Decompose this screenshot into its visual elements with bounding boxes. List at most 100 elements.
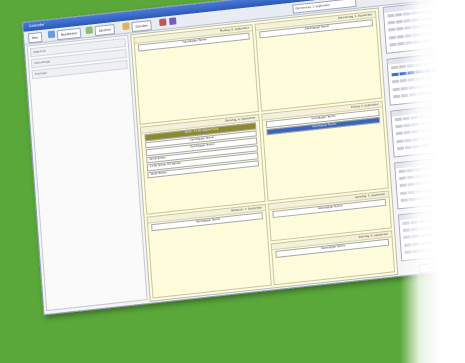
tool-icon[interactable] [159, 18, 167, 27]
day-square[interactable] [404, 242, 412, 247]
day-square[interactable] [449, 192, 457, 197]
day-square[interactable] [428, 23, 437, 28]
day-square[interactable] [424, 76, 432, 81]
day-square[interactable] [435, 224, 443, 229]
day-square[interactable] [387, 13, 395, 18]
day-square[interactable] [439, 60, 447, 65]
day-square[interactable] [432, 187, 440, 192]
day-square[interactable] [447, 171, 456, 176]
day-square[interactable] [404, 138, 412, 142]
day-square[interactable] [436, 127, 444, 132]
day-square[interactable] [419, 233, 428, 238]
day-cell-monday[interactable]: Montag, 5. September Ganztägiger Termin [133, 24, 260, 125]
day-square[interactable] [405, 40, 413, 45]
day-square[interactable] [391, 72, 399, 77]
day-square[interactable] [400, 79, 408, 83]
day-square[interactable] [418, 219, 426, 224]
day-square[interactable] [407, 182, 416, 187]
day-square[interactable] [445, 245, 453, 250]
day-square[interactable] [435, 8, 444, 13]
day-square[interactable] [400, 86, 409, 91]
day-square[interactable] [415, 70, 424, 74]
day-square[interactable] [392, 87, 400, 91]
day-square[interactable] [395, 131, 404, 136]
day-square[interactable] [416, 189, 424, 193]
delete-icon[interactable] [85, 26, 93, 35]
day-square[interactable] [428, 16, 436, 21]
day-square[interactable] [420, 17, 428, 22]
day-square[interactable] [420, 24, 428, 29]
day-square[interactable] [421, 31, 429, 36]
day-square[interactable] [412, 249, 420, 253]
day-square[interactable] [402, 221, 410, 226]
delete-button[interactable]: Löschen [94, 24, 116, 37]
day-square[interactable] [448, 178, 456, 183]
day-square[interactable] [407, 63, 415, 68]
day-cell-friday[interactable]: Freitag, 2. September Ganztägiger Termin… [261, 100, 389, 202]
day-square[interactable] [427, 225, 435, 230]
day-square[interactable] [433, 89, 441, 94]
day-cell-tuesday[interactable]: Dienstag, 6. September 10:00 - 11:00 Bes… [139, 113, 266, 215]
day-square[interactable] [395, 20, 404, 24]
pencil-icon[interactable] [47, 30, 56, 39]
day-square[interactable] [427, 121, 436, 125]
day-square[interactable] [403, 123, 411, 128]
day-square[interactable] [431, 165, 439, 170]
day-square[interactable] [422, 166, 431, 171]
day-square[interactable] [387, 20, 396, 25]
day-square[interactable] [436, 239, 444, 244]
day-square[interactable] [452, 230, 460, 235]
day-square[interactable] [404, 33, 413, 38]
day-square[interactable] [395, 12, 403, 17]
day-square[interactable] [444, 133, 453, 138]
day-square[interactable] [415, 182, 424, 186]
day-cell-thursday[interactable]: Donnerstag, 1. September Ganztägiger Ter… [254, 10, 383, 112]
day-square[interactable] [447, 164, 455, 168]
edit-button[interactable]: Bearbeiten [56, 27, 82, 41]
month-days[interactable] [394, 112, 453, 153]
day-square[interactable] [424, 188, 432, 193]
day-square[interactable] [451, 216, 459, 220]
day-square[interactable] [439, 172, 447, 176]
day-square[interactable] [411, 227, 419, 232]
day-square[interactable] [417, 91, 425, 96]
day-square[interactable] [398, 169, 406, 174]
day-square[interactable] [423, 69, 432, 74]
day-square[interactable] [442, 216, 451, 221]
day-square[interactable] [413, 39, 421, 44]
day-square[interactable] [411, 122, 419, 127]
day-square[interactable] [435, 232, 444, 236]
day-square[interactable] [407, 71, 416, 75]
day-square[interactable] [402, 116, 411, 121]
day-square[interactable] [433, 194, 441, 199]
day-square[interactable] [413, 32, 421, 37]
day-square[interactable] [440, 179, 448, 184]
day-square[interactable] [443, 112, 451, 117]
day-square[interactable] [406, 168, 415, 173]
day-square[interactable] [424, 83, 433, 88]
day-square[interactable] [451, 223, 459, 227]
day-square[interactable] [439, 165, 447, 169]
day-square[interactable] [421, 38, 430, 43]
day-square[interactable] [427, 9, 435, 14]
day-square[interactable] [403, 11, 411, 16]
day-square[interactable] [399, 176, 407, 181]
day-square[interactable] [400, 190, 408, 195]
day-cell-wednesday[interactable]: Mittwoch, 7. September Ganztägiger Termi… [146, 203, 272, 299]
day-square[interactable] [429, 30, 437, 35]
day-square[interactable] [389, 42, 397, 47]
mini-calendar[interactable]: Dezember [397, 207, 465, 262]
day-square[interactable] [411, 11, 419, 15]
day-square[interactable] [426, 218, 435, 223]
day-square[interactable] [396, 146, 405, 151]
day-square[interactable] [388, 35, 397, 40]
day-square[interactable] [394, 117, 403, 122]
day-square[interactable] [423, 181, 432, 185]
day-square[interactable] [437, 30, 445, 34]
day-square[interactable] [413, 144, 421, 149]
day-square[interactable] [432, 75, 440, 80]
day-square[interactable] [436, 134, 445, 139]
day-square[interactable] [440, 186, 449, 191]
day-square[interactable] [412, 18, 420, 23]
day-square[interactable] [432, 68, 440, 73]
